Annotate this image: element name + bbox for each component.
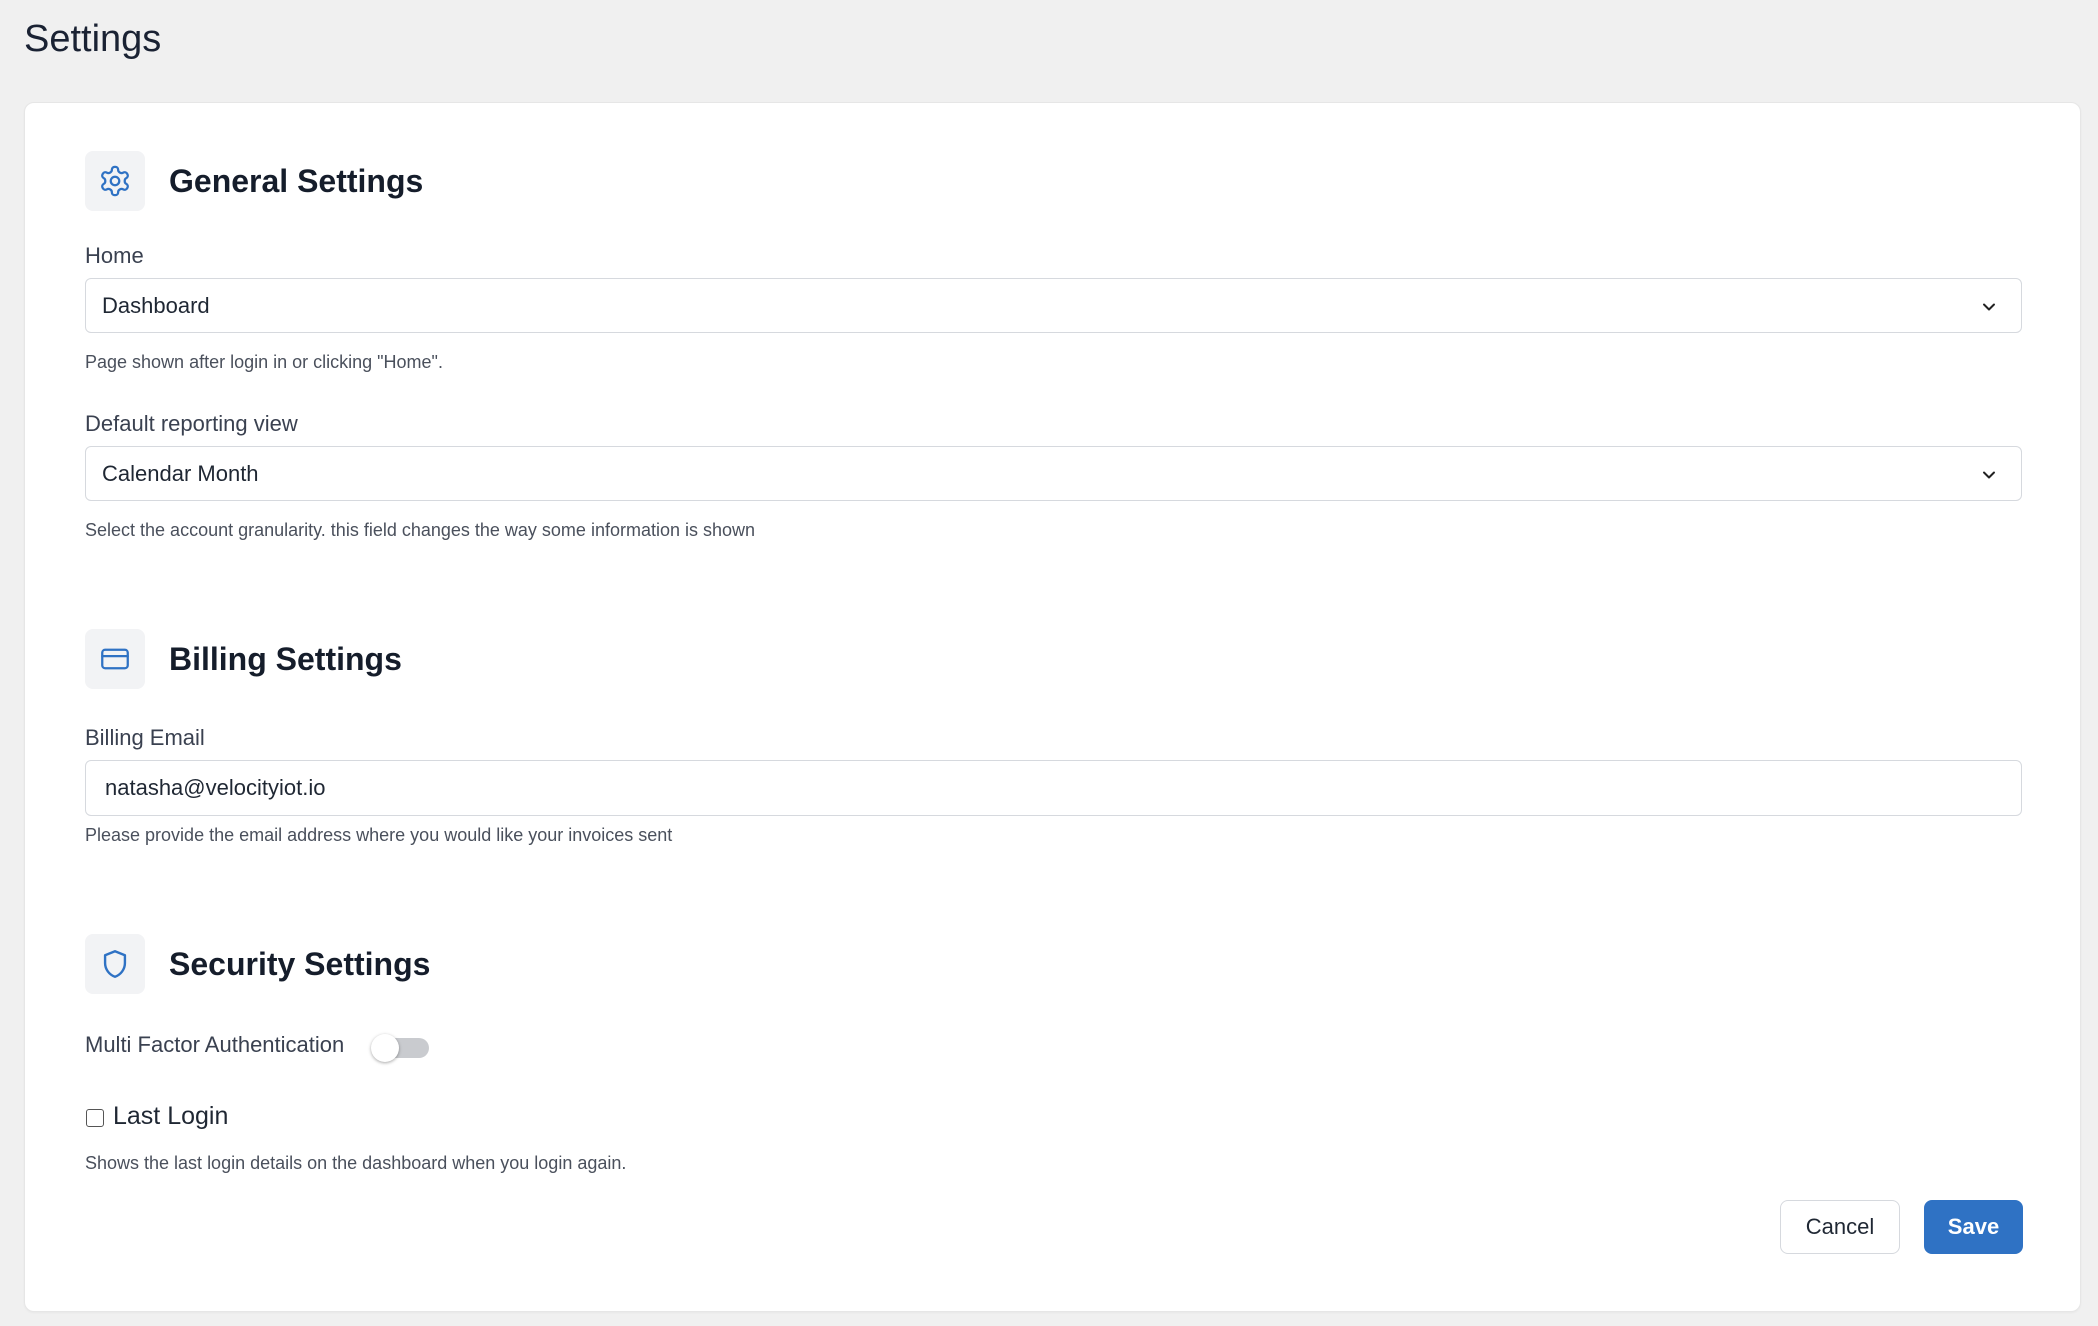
home-select-value: Dashboard bbox=[102, 292, 210, 318]
last-login-help-text: Shows the last login details on the dash… bbox=[85, 1153, 627, 1173]
shield-icon bbox=[85, 934, 145, 994]
mfa-toggle[interactable] bbox=[371, 1034, 429, 1062]
billing-email-label: Billing Email bbox=[85, 725, 205, 750]
page-title: Settings bbox=[24, 18, 162, 60]
general-settings-title: General Settings bbox=[169, 162, 424, 199]
billing-email-input[interactable]: natasha@velocityiot.io bbox=[85, 760, 2022, 816]
billing-email-help-text: Please provide the email address where y… bbox=[85, 825, 673, 845]
home-help-text: Page shown after login in or clicking "H… bbox=[85, 352, 443, 372]
credit-card-icon bbox=[85, 629, 145, 689]
security-settings-header: Security Settings bbox=[85, 934, 430, 994]
mfa-toggle-knob bbox=[371, 1034, 399, 1062]
chevron-down-icon bbox=[1983, 303, 1995, 311]
reporting-view-help-text: Select the account granularity. this fie… bbox=[85, 520, 756, 540]
reporting-view-select[interactable]: Calendar Month bbox=[85, 446, 2022, 501]
billing-settings-header: Billing Settings bbox=[85, 629, 402, 689]
last-login-checkbox[interactable] bbox=[86, 1109, 104, 1127]
settings-card: General Settings Home Dashboard Page sho… bbox=[24, 102, 2081, 1312]
mfa-label: Multi Factor Authentication bbox=[85, 1032, 345, 1057]
home-label: Home bbox=[85, 243, 144, 268]
billing-settings-title: Billing Settings bbox=[169, 640, 402, 677]
general-settings-header: General Settings bbox=[85, 151, 423, 211]
home-select[interactable]: Dashboard bbox=[85, 278, 2022, 333]
security-settings-title: Security Settings bbox=[169, 945, 431, 982]
chevron-down-icon bbox=[1983, 471, 1995, 479]
reporting-view-label: Default reporting view bbox=[85, 411, 298, 436]
save-button[interactable]: Save bbox=[1924, 1200, 2023, 1254]
billing-email-value: natasha@velocityiot.io bbox=[105, 775, 326, 800]
reporting-view-select-value: Calendar Month bbox=[102, 460, 259, 486]
cancel-button[interactable]: Cancel bbox=[1780, 1200, 1900, 1254]
last-login-label[interactable]: Last Login bbox=[113, 1102, 228, 1131]
gear-icon bbox=[85, 151, 145, 211]
